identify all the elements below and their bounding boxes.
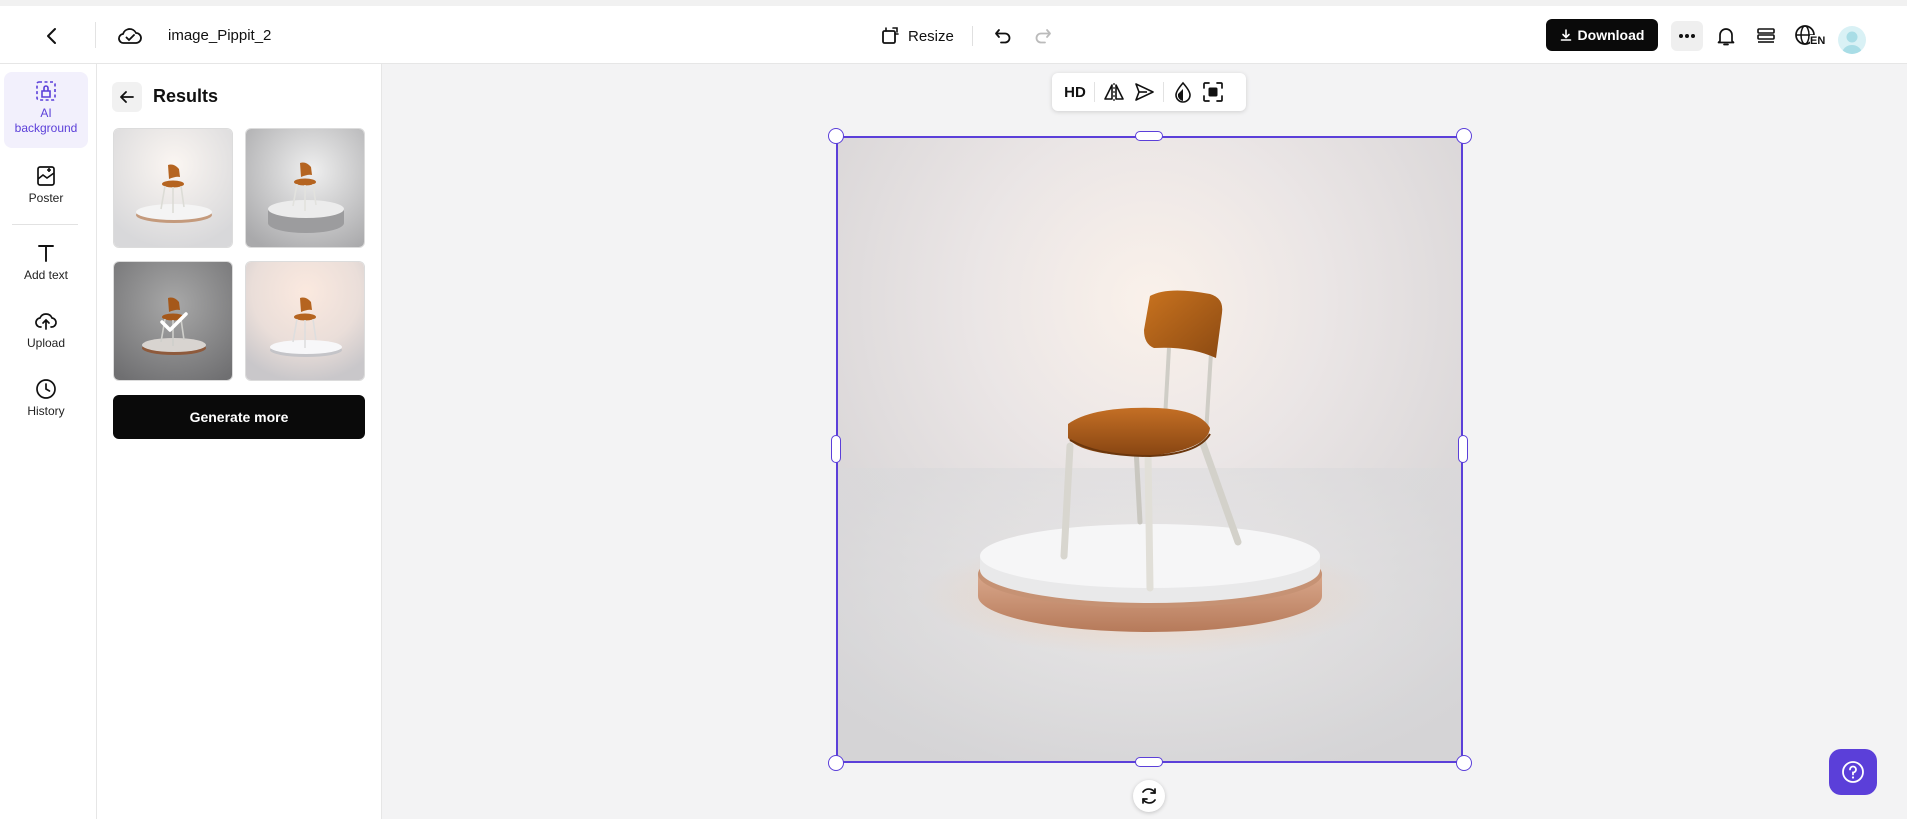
- hd-button[interactable]: HD: [1060, 78, 1090, 106]
- resize-handle-bottom[interactable]: [1135, 757, 1163, 767]
- rotate-button[interactable]: [1133, 780, 1165, 812]
- divider: [1163, 82, 1164, 102]
- help-button[interactable]: [1829, 749, 1877, 795]
- results-back-button[interactable]: [112, 82, 142, 112]
- result-thumbnail[interactable]: [245, 128, 365, 248]
- notification-bell-icon[interactable]: [1713, 23, 1739, 49]
- undo-button[interactable]: [990, 23, 1016, 49]
- image-toolbar: HD: [1052, 73, 1246, 111]
- text-icon: [38, 245, 54, 262]
- flip-icon: [1104, 83, 1124, 101]
- flip-button[interactable]: [1099, 78, 1129, 106]
- rotate-icon: [1142, 788, 1156, 804]
- divider: [95, 22, 96, 48]
- file-name[interactable]: image_Pippit_20: [168, 27, 272, 44]
- avatar-icon: [1842, 31, 1862, 54]
- resize-handle-bottom-left[interactable]: [828, 755, 844, 771]
- language-globe-icon[interactable]: EN: [1793, 22, 1827, 50]
- download-icon: [1560, 29, 1571, 41]
- results-title: Results: [153, 86, 219, 106]
- canvas-image[interactable]: [836, 136, 1463, 763]
- sidebar-item-label: Upload: [26, 336, 66, 350]
- sidebar-item-ai-background[interactable]: AI background: [4, 72, 88, 148]
- generate-more-button[interactable]: Generate more: [113, 395, 365, 439]
- opacity-icon: [1175, 81, 1191, 103]
- result-thumbnail[interactable]: [113, 128, 233, 248]
- top-bar: image_Pippit_20 Resize Download EN: [0, 0, 1907, 64]
- sidebar-item-upload[interactable]: Upload: [4, 309, 88, 350]
- sidebar-item-label: Add text: [23, 268, 69, 282]
- resize-icon: [882, 27, 899, 44]
- sidebar-item-history[interactable]: History: [4, 377, 88, 418]
- divider: [12, 224, 78, 225]
- results-panel: Results Generate more: [97, 64, 382, 819]
- cutout-button[interactable]: [1198, 78, 1228, 106]
- chair-image: [246, 129, 364, 247]
- download-label: Download: [1577, 27, 1645, 43]
- history-icon: [36, 379, 56, 399]
- send-icon: [1135, 83, 1154, 101]
- send-button[interactable]: [1129, 78, 1159, 106]
- resize-handle-top[interactable]: [1135, 131, 1163, 141]
- cutout-icon: [1203, 82, 1223, 102]
- result-thumbnail[interactable]: [245, 261, 365, 381]
- divider: [972, 26, 973, 46]
- chair-image: [114, 129, 232, 247]
- chair-image: [114, 262, 232, 380]
- sidebar-item-label: Poster: [28, 191, 64, 205]
- resize-handle-left[interactable]: [831, 435, 841, 463]
- back-button[interactable]: [38, 22, 66, 50]
- resize-button[interactable]: Resize: [880, 22, 954, 50]
- user-avatar[interactable]: [1838, 26, 1866, 54]
- chevron-left-icon: [47, 28, 56, 44]
- more-options-button[interactable]: [1671, 21, 1703, 51]
- arrow-left-icon: [120, 91, 134, 103]
- ai-background-icon: [36, 81, 56, 101]
- opacity-button[interactable]: [1168, 78, 1198, 106]
- sidebar-item-label: AI background: [14, 106, 78, 135]
- chair-product-image: [838, 138, 1461, 761]
- sidebar-item-add-text[interactable]: Add text: [4, 241, 88, 282]
- language-code: EN: [1810, 35, 1826, 47]
- ellipsis-icon: [1679, 34, 1695, 38]
- resize-label: Resize: [908, 27, 954, 45]
- chair-image: [246, 262, 364, 380]
- divider: [1094, 82, 1095, 102]
- download-button[interactable]: Download: [1546, 19, 1658, 51]
- upload-icon: [35, 313, 57, 330]
- result-thumbnail-selected[interactable]: [113, 261, 233, 381]
- cloud-sync-icon[interactable]: [116, 23, 144, 49]
- redo-button[interactable]: [1030, 23, 1056, 49]
- undo-icon: [995, 29, 1011, 44]
- resize-handle-top-left[interactable]: [828, 128, 844, 144]
- help-icon: [1842, 761, 1864, 783]
- tool-sidebar: AI background Poster Add text Upload His…: [0, 64, 97, 819]
- layers-icon[interactable]: [1753, 23, 1779, 49]
- poster-icon: [37, 166, 55, 186]
- sidebar-item-poster[interactable]: Poster: [4, 164, 88, 205]
- sidebar-item-label: History: [27, 404, 65, 418]
- redo-icon: [1035, 29, 1051, 44]
- resize-handle-bottom-right[interactable]: [1456, 755, 1472, 771]
- resize-handle-top-right[interactable]: [1456, 128, 1472, 144]
- resize-handle-right[interactable]: [1458, 435, 1468, 463]
